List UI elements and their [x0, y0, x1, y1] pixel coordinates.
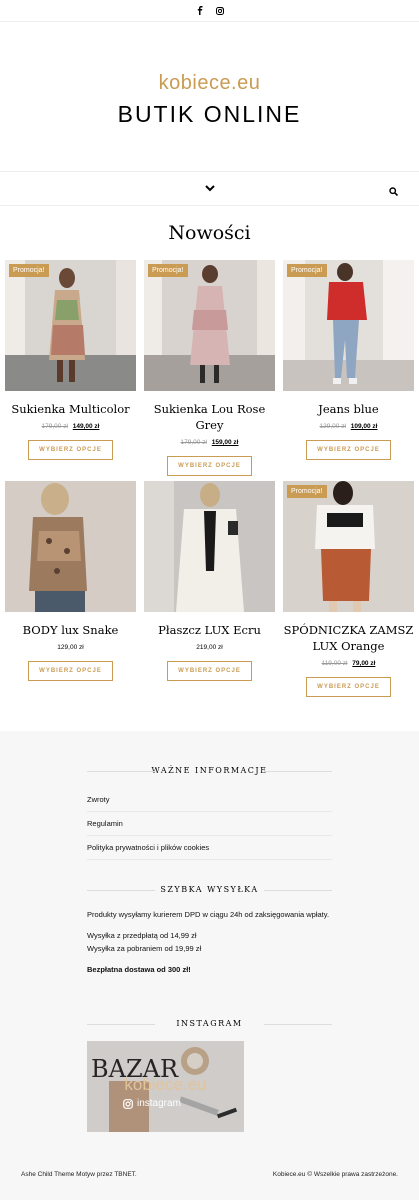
site-footer: WAŻNE INFORMACJE Zwroty Regulamin Polity… [0, 731, 419, 1200]
product-price: 119,00 zł 79,00 zł [283, 660, 414, 667]
product-name[interactable]: Jeans blue [283, 401, 414, 417]
shipping-text: Produkty wysyłamy kurierem DPD w ciągu 2… [87, 910, 330, 919]
social-bar [0, 0, 419, 22]
select-options-button[interactable]: WYBIERZ OPCJE [306, 440, 391, 460]
shipping-prepaid: Wysyłka z przedpłatą od 14,99 zł [87, 931, 197, 940]
main-nav [0, 172, 419, 206]
product-name[interactable]: Sukienka Lou Rose Grey [144, 401, 275, 433]
product-price: 219,00 zł [144, 644, 275, 651]
sale-price: 159,00 zł [211, 439, 239, 446]
link-terms[interactable]: Regulamin [87, 812, 332, 836]
select-options-button[interactable]: WYBIERZ OPCJE [167, 456, 252, 476]
product-price: 179,00 zł 159,00 zł [144, 439, 275, 446]
old-price: 179,00 zł [180, 439, 207, 446]
product-image[interactable]: Promocja! [283, 481, 414, 612]
free-shipping: Bezpłatna dostawa od 300 zł! [87, 965, 191, 974]
site-logo[interactable]: kobiece.eu [0, 22, 419, 95]
copyright: Kobiece.eu © Wszelkie prawa zastrzeżone. [272, 1171, 398, 1178]
product-image[interactable]: Promocja! [5, 260, 136, 391]
sale-price: 109,00 zł [350, 423, 378, 430]
instagram-brand: kobiece.eu [124, 1075, 207, 1094]
product-card: Promocja! Sukienka Multicolor 179,00 zł … [5, 260, 136, 460]
select-options-button[interactable]: WYBIERZ OPCJE [28, 661, 113, 681]
product-card: Promocja! Jeans blue 129,00 zł 109,00 zł… [283, 260, 414, 460]
select-options-button[interactable]: WYBIERZ OPCJE [167, 661, 252, 681]
sale-badge: Promocja! [287, 485, 327, 498]
instagram-link[interactable]: instagram [123, 1098, 181, 1109]
product-image[interactable] [5, 481, 136, 612]
product-image[interactable]: Promocja! [144, 260, 275, 391]
shipping-info: Produkty wysyłamy kurierem DPD w ciągu 2… [87, 908, 332, 976]
chevron-down-icon[interactable] [204, 183, 216, 195]
sale-badge: Promocja! [9, 264, 49, 277]
site-header: kobiece.eu BUTIK ONLINE [0, 22, 419, 172]
instagram-icon [123, 1098, 133, 1109]
regular-price: 219,00 zł [196, 644, 223, 651]
product-name[interactable]: BODY lux Snake [5, 622, 136, 638]
info-links: Zwroty Regulamin Polityka prywatności i … [87, 788, 332, 860]
product-card: Płaszcz LUX Ecru 219,00 zł WYBIERZ OPCJE [144, 481, 275, 681]
old-price: 129,00 zł [319, 423, 346, 430]
instagram-label: instagram [137, 1098, 181, 1109]
product-price: 129,00 zł 109,00 zł [283, 423, 414, 430]
widget-title-shipping: SZYBKA WYSYŁKA [0, 885, 419, 894]
product-name[interactable]: Sukienka Multicolor [5, 401, 136, 417]
product-name[interactable]: Płaszcz LUX Ecru [144, 622, 275, 638]
link-returns[interactable]: Zwroty [87, 788, 332, 812]
select-options-button[interactable]: WYBIERZ OPCJE [28, 440, 113, 460]
site-tagline: BUTIK ONLINE [117, 101, 302, 127]
product-card: Promocja! SPÓDNICZKA ZAMSZ LUX Orange 11… [283, 481, 414, 697]
product-card: Promocja! Sukienka Lou Rose Grey 179,00 … [144, 260, 275, 476]
product-price: 129,00 zł [5, 644, 136, 651]
product-name[interactable]: SPÓDNICZKA ZAMSZ LUX Orange [283, 622, 414, 654]
facebook-icon[interactable] [195, 6, 205, 16]
sale-badge: Promocja! [287, 264, 327, 277]
section-title: Nowości [168, 222, 251, 244]
sale-badge: Promocja! [148, 264, 188, 277]
select-options-button[interactable]: WYBIERZ OPCJE [306, 677, 391, 697]
product-image[interactable] [144, 481, 275, 612]
product-price: 179,00 zł 149,00 zł [5, 423, 136, 430]
old-price: 179,00 zł [41, 423, 68, 430]
instagram-icon[interactable] [215, 6, 225, 16]
old-price: 119,00 zł [321, 660, 348, 667]
widget-title-instagram: INSTAGRAM [0, 1019, 419, 1028]
sale-price: 149,00 zł [72, 423, 100, 430]
regular-price: 129,00 zł [57, 644, 84, 651]
shipping-cod: Wysyłka za pobraniem od 19,99 zł [87, 944, 202, 953]
link-privacy[interactable]: Polityka prywatności i plików cookies [87, 836, 332, 860]
search-icon[interactable] [389, 183, 399, 197]
widget-title-info: WAŻNE INFORMACJE [0, 766, 419, 775]
sale-price: 79,00 zł [352, 660, 376, 667]
theme-credits[interactable]: Ashe Child Theme Motyw przez TBNET. [21, 1171, 137, 1178]
product-image[interactable]: Promocja! [283, 260, 414, 391]
product-card: BODY lux Snake 129,00 zł WYBIERZ OPCJE [5, 481, 136, 681]
instagram-feed-image[interactable]: BAZAR kobiece.eu instagram [87, 1041, 244, 1132]
